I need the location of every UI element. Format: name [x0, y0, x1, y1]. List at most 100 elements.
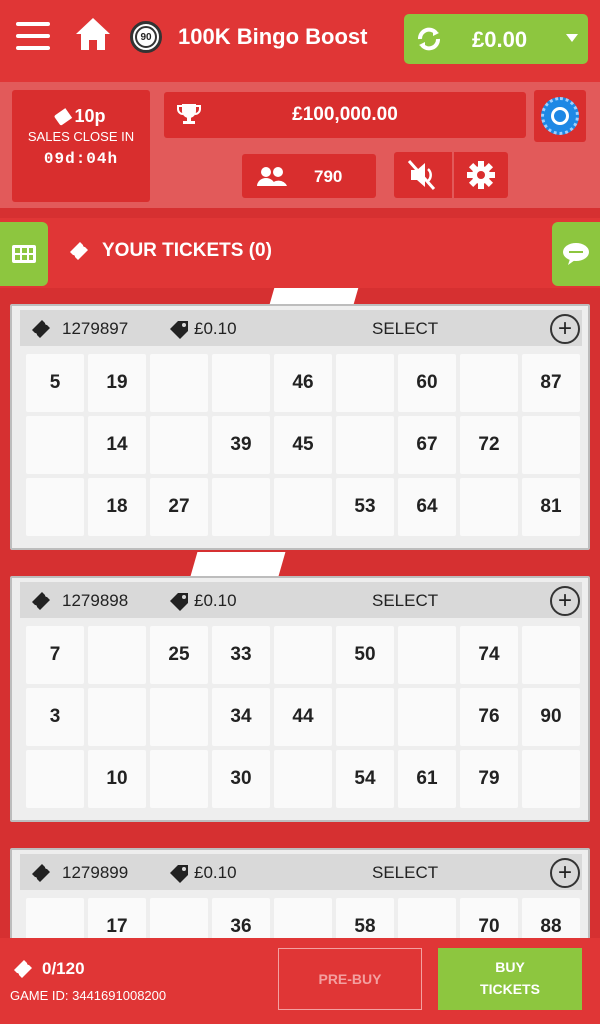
- ticket-count-area: 0/120: [12, 958, 85, 980]
- price-tag-icon: [170, 593, 188, 611]
- ticket-number-cell: 3: [26, 688, 84, 746]
- players-count-box: 790: [242, 154, 376, 198]
- ticket-number-cell: [398, 688, 456, 746]
- add-ticket-button[interactable]: +: [550, 586, 580, 616]
- settings-button[interactable]: [454, 152, 508, 198]
- ticket-number-cell: 34: [212, 688, 270, 746]
- ticket-number-grid: 7 25 33 50 74 3 34 44 76 90 10 30 54 61 79: [26, 626, 580, 808]
- ticket-number-cell: 79: [460, 750, 518, 808]
- ticket-number-cell: 64: [398, 478, 456, 536]
- ticket-number-cell: [336, 688, 394, 746]
- ticket-number-cell: [150, 750, 208, 808]
- bonus-button[interactable]: [534, 90, 586, 142]
- ticket-icon: [32, 864, 50, 882]
- ticket-number-cell: 72: [460, 416, 518, 474]
- sales-close-label: SALES CLOSE IN: [27, 129, 135, 144]
- ticket-number-cell: 45: [274, 416, 332, 474]
- ticket-number-cell: [336, 416, 394, 474]
- ticket-number-cell: 25: [150, 626, 208, 684]
- speaker-muted-icon: [407, 160, 436, 190]
- refresh-icon[interactable]: [416, 26, 442, 52]
- ticket-card[interactable]: 1279899 £0.10 SELECT + 17 36 58 70 88: [10, 848, 590, 956]
- countdown-timer: 09d:04h: [43, 150, 119, 168]
- top-header: 90 100K Bingo Boost £0.00: [0, 0, 600, 82]
- ticket-header: 1279897 £0.10 SELECT +: [20, 310, 582, 346]
- ticket-number-cell: 5: [26, 354, 84, 412]
- ticket-number-cell: 53: [336, 478, 394, 536]
- ticket-number-cell: [522, 750, 580, 808]
- ticket-number-cell: [212, 478, 270, 536]
- ticket-number-cell: 87: [522, 354, 580, 412]
- bingo-ball-icon: 90: [130, 21, 162, 53]
- ticket-number-cell: 46: [274, 354, 332, 412]
- ticket-count: 0/120: [42, 959, 85, 978]
- buy-label-line2: TICKETS: [480, 981, 540, 997]
- home-icon[interactable]: [74, 16, 112, 52]
- ticket-icon: [32, 320, 50, 338]
- jackpot-amount: £100,000.00: [292, 104, 398, 125]
- ticket-number: 1279899: [62, 863, 129, 882]
- game-id: GAME ID: 3441691008200: [10, 988, 167, 1003]
- chevron-down-icon: [566, 34, 578, 42]
- chat-button[interactable]: [552, 222, 600, 286]
- ticket-number-cell: [336, 354, 394, 412]
- ticket-card[interactable]: 1279898 £0.10 SELECT + 7 25 33 50 74 3 34 44 76 9…: [10, 576, 590, 822]
- buy-label-line1: BUY: [495, 959, 525, 975]
- ticket-price: 10p: [74, 106, 106, 126]
- tickets-bar: YOUR TICKETS (0): [0, 218, 600, 288]
- price-tag-icon: [54, 107, 73, 126]
- select-label[interactable]: SELECT: [372, 591, 438, 611]
- players-count: 790: [314, 167, 343, 186]
- ticket-number-cell: 81: [522, 478, 580, 536]
- ticket-number-cell: 27: [150, 478, 208, 536]
- pre-buy-button[interactable]: PRE-BUY: [278, 948, 422, 1010]
- game-info-panel: 10p SALES CLOSE IN 09d:04h £100,000.00 7…: [0, 82, 600, 208]
- gear-icon: [467, 161, 495, 189]
- ticket-number-cell: [398, 626, 456, 684]
- ticket-number-cell: 67: [398, 416, 456, 474]
- select-label[interactable]: SELECT: [372, 319, 438, 339]
- ticket-price: £0.10: [194, 863, 237, 882]
- ticket-number-cell: 90: [522, 688, 580, 746]
- buy-tickets-button[interactable]: BUY TICKETS: [438, 948, 582, 1010]
- ticket-header: 1279898 £0.10 SELECT +: [20, 582, 582, 618]
- mute-button[interactable]: [394, 152, 452, 198]
- background-stripe: [269, 288, 359, 304]
- ticket-number-cell: [26, 478, 84, 536]
- plus-icon: +: [557, 587, 572, 614]
- ticket-number-cell: 44: [274, 688, 332, 746]
- ticket-price: £0.10: [194, 591, 237, 610]
- players-icon: [257, 167, 287, 186]
- ticket-card[interactable]: 1279897 £0.10 SELECT + 5 19 46 60 87 14 39 45 67…: [10, 304, 590, 550]
- ticket-number-cell: 33: [212, 626, 270, 684]
- ticket-number-cell: 60: [398, 354, 456, 412]
- menu-icon[interactable]: [16, 22, 50, 50]
- ticket-number-cell: [522, 416, 580, 474]
- add-ticket-button[interactable]: +: [550, 858, 580, 888]
- ticket-number-cell: 7: [26, 626, 84, 684]
- balance-button[interactable]: £0.00: [404, 14, 588, 64]
- ticket-number-cell: [522, 626, 580, 684]
- price-tag-icon: [170, 865, 188, 883]
- ticket-number-cell: [150, 354, 208, 412]
- ticket-number-cell: [274, 750, 332, 808]
- ticket-number-cell: 39: [212, 416, 270, 474]
- ticket-number: 1279898: [62, 591, 129, 610]
- plus-icon: +: [557, 315, 572, 342]
- ticket-icon: [14, 960, 32, 978]
- your-tickets-heading: YOUR TICKETS (0): [68, 240, 272, 262]
- ticket-view-button[interactable]: [0, 222, 48, 286]
- your-tickets-label: YOUR TICKETS (0): [102, 240, 272, 261]
- background-stripe: [190, 552, 286, 576]
- ticket-number-cell: [274, 626, 332, 684]
- ticket-number-cell: 30: [212, 750, 270, 808]
- ticket-number: 1279897: [62, 319, 129, 338]
- ticket-number-cell: [150, 688, 208, 746]
- ticket-number-cell: [460, 478, 518, 536]
- ticket-number-cell: [274, 478, 332, 536]
- ticket-number-cell: [212, 354, 270, 412]
- bottom-footer: 0/120 GAME ID: 3441691008200 PRE-BUY BUY…: [0, 938, 600, 1024]
- ticket-number-cell: [26, 750, 84, 808]
- add-ticket-button[interactable]: +: [550, 314, 580, 344]
- select-label[interactable]: SELECT: [372, 863, 438, 883]
